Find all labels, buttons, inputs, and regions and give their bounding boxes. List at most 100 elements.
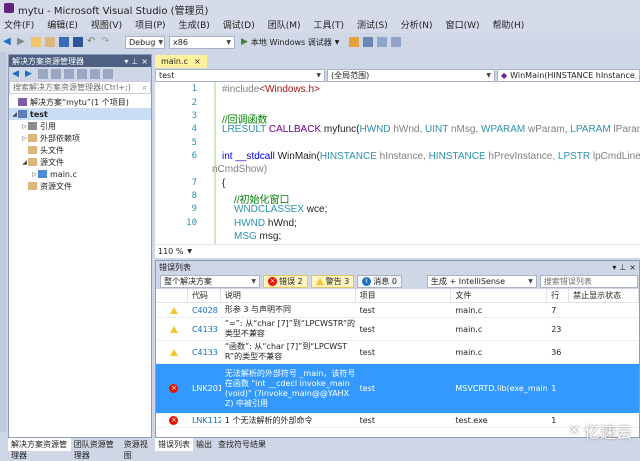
pin-icon[interactable]: ⊥ [619, 263, 626, 272]
param-token: lpCmdLine, [592, 151, 640, 162]
tree-node[interactable]: ▷ 引用 [9, 120, 151, 132]
scope-dropdown[interactable]: (全局范围) ▼ [327, 69, 495, 82]
solution-panel-tab[interactable]: 资源视图 [121, 438, 152, 460]
error-row[interactable]: C4028 形参 3 与声明不同 test main.c 7 [156, 303, 639, 318]
scope-select[interactable]: 整个解决方案 ▼ [160, 274, 260, 288]
menu-item[interactable]: 调试(D) [223, 18, 255, 31]
error-row[interactable]: × LNK11201 个无法解析的外部命令 test test.exe 1 [156, 414, 639, 428]
tree-node-label: main.c [50, 169, 77, 179]
column-header[interactable]: 项目 [356, 289, 452, 302]
config-select[interactable]: Debug ▼ [125, 35, 165, 49]
expander-icon[interactable]: ▷ [21, 123, 28, 130]
messages-filter-button[interactable]: i 消息 0 [357, 274, 402, 288]
open-icon[interactable] [45, 37, 55, 47]
tree-node[interactable]: 资源文件 [9, 180, 151, 192]
forward-icon[interactable]: ▶ [25, 69, 35, 79]
save-all-icon[interactable] [73, 37, 83, 47]
start-debug-button[interactable]: ▶ 本地 Windows 调试器 ▼ [241, 37, 339, 48]
undo-icon[interactable]: ↶ [87, 37, 97, 47]
platform-select[interactable]: x86 ▼ [169, 35, 235, 49]
menu-item[interactable]: 工具(T) [314, 18, 345, 31]
chevron-down-icon: ▼ [226, 38, 231, 46]
back-icon[interactable]: ◀ [12, 69, 22, 79]
dropdown-icon[interactable]: ▾ [124, 57, 128, 66]
expander-icon[interactable]: ▷ [21, 135, 28, 142]
sync-icon[interactable] [51, 69, 61, 79]
menu-item[interactable]: 分析(N) [401, 18, 433, 31]
bookmark-prev-icon[interactable] [377, 37, 388, 47]
bottom-panel-tab[interactable]: 查找符号结果 [215, 438, 269, 451]
code-editor: main.c × test ▼ (全局范围) ▼ ◆ WinMain(HINSTAN… [155, 54, 640, 258]
solution-panel-tab[interactable]: 解决方案资源管理器 [8, 438, 71, 460]
column-header[interactable]: 说明 [221, 289, 356, 302]
tree-node[interactable]: 头文件 [9, 144, 151, 156]
code-cell[interactable]: LNK2019 [188, 364, 221, 413]
bookmark-next-icon[interactable] [391, 37, 402, 47]
error-row[interactable]: × LNK2019无法解析的外部符号 _main，该符号在函数 "int __cd… [156, 364, 639, 414]
solution-panel-tab[interactable]: 团队资源管理器 [71, 438, 121, 460]
suppression-cell [569, 341, 639, 363]
zoom-level[interactable]: 110 % [158, 247, 183, 256]
properties-icon[interactable] [90, 69, 100, 79]
forward-icon[interactable]: ▶ [17, 37, 27, 47]
bottom-panel-tab[interactable]: 错误列表 [155, 438, 193, 451]
redo-icon[interactable]: ↷ [101, 37, 111, 47]
close-icon[interactable]: × [629, 263, 636, 272]
tree-node[interactable]: 解决方案“mytu”(1 个项目) [9, 96, 151, 108]
warnings-filter-label: 警告 3 [325, 276, 350, 286]
menu-item[interactable]: 文件(F) [4, 18, 34, 31]
menu-item[interactable]: 窗口(W) [446, 18, 480, 31]
refresh-icon[interactable] [64, 69, 74, 79]
menu-item[interactable]: 编辑(E) [47, 18, 78, 31]
expander-icon[interactable]: ◢ [21, 159, 28, 166]
dropdown-icon[interactable]: ▾ [612, 263, 616, 272]
code-cell[interactable]: C4028 [188, 303, 221, 317]
error-row[interactable]: C4133 “=”: 从“char [7]”到“LPCWSTR”的类型不兼容 tes… [156, 318, 639, 341]
menu-item[interactable]: 帮助(H) [492, 18, 524, 31]
warnings-filter-button[interactable]: 警告 3 [310, 274, 355, 288]
tree-node[interactable]: ▷ 外部依赖项 [9, 132, 151, 144]
column-header[interactable]: 行 [547, 289, 570, 302]
close-icon[interactable]: × [194, 57, 201, 66]
expander-icon[interactable]: ▷ [31, 171, 38, 178]
error-search-input[interactable]: 搜索错误列表 [539, 274, 638, 288]
tab-main-c[interactable]: main.c × [155, 55, 207, 68]
code-cell[interactable]: LNK1120 [188, 414, 221, 427]
collapse-icon[interactable] [77, 69, 87, 79]
menu-item[interactable]: 视图(V) [91, 18, 122, 31]
bottom-panel-tab[interactable]: 输出 [193, 438, 215, 451]
error-row[interactable]: C4133 “函数”: 从“char [7]”到“LPCWSTR”的类型不兼容 te… [156, 341, 639, 364]
column-header[interactable]: 文件 [451, 289, 548, 302]
column-header[interactable]: 禁止显示状态 [569, 289, 639, 302]
member-dropdown[interactable]: ◆ WinMain(HINSTANCE hInstance, H [497, 69, 640, 82]
home-icon[interactable] [38, 69, 48, 79]
source-select[interactable]: 生成 + IntelliSense ▼ [426, 274, 537, 288]
tool-icon[interactable] [349, 37, 360, 47]
back-icon[interactable]: ◀ [3, 37, 13, 47]
code-area[interactable]: 1 2 3 4 5 6 7 8 9 10 #include<Windows.h> //回调函数 L… [155, 82, 640, 244]
project-dropdown[interactable]: test ▼ [155, 69, 325, 82]
pin-icon[interactable]: ⊥ [131, 57, 138, 66]
tree-node[interactable]: ◢ test [9, 108, 151, 120]
menu-item[interactable]: 生成(B) [179, 18, 210, 31]
server-explorer-strip[interactable] [0, 52, 6, 432]
code-cell[interactable]: C4133 [188, 318, 221, 340]
chevron-down-icon[interactable]: ▼ [187, 248, 192, 255]
line-number: 6 [191, 151, 197, 161]
wrench-icon[interactable] [103, 69, 113, 79]
menu-item[interactable]: 团队(M) [268, 18, 301, 31]
close-icon[interactable]: × [141, 57, 148, 66]
menu-item[interactable]: 测试(S) [357, 18, 388, 31]
code-cell[interactable]: C4133 [188, 341, 221, 363]
save-icon[interactable] [59, 37, 69, 47]
expander-icon[interactable]: ◢ [11, 111, 18, 118]
tree-node[interactable]: ▷ main.c [9, 168, 151, 180]
column-header[interactable]: 代码 [188, 289, 221, 302]
column-header[interactable] [156, 289, 188, 302]
solution-search-input[interactable]: 搜索解决方案资源管理器(Ctrl+;) ⌕ [9, 81, 151, 94]
tree-node[interactable]: ◢ 源文件 [9, 156, 151, 168]
errors-filter-button[interactable]: × 错误 2 [263, 274, 308, 288]
new-project-icon[interactable] [31, 37, 41, 47]
menu-item[interactable]: 项目(P) [135, 18, 165, 31]
bookmark-icon[interactable] [363, 37, 374, 47]
